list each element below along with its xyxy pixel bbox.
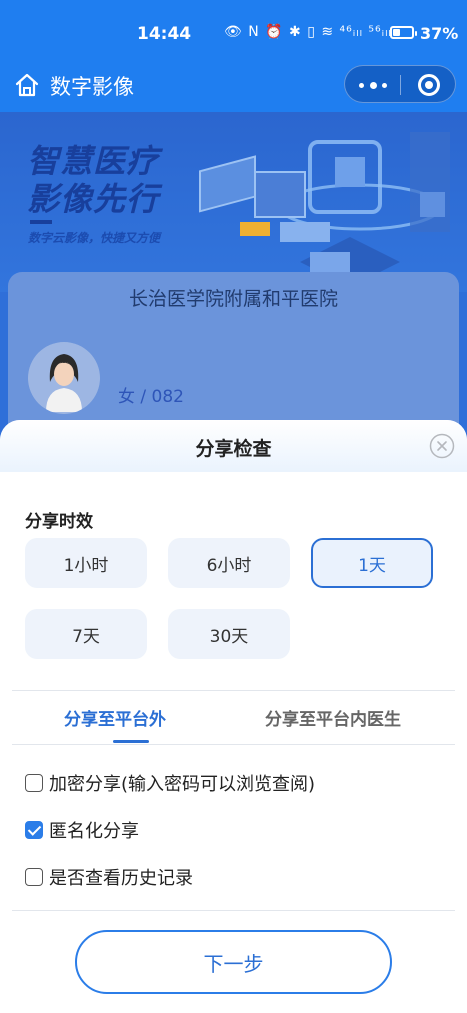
status-bar: 14:44 👁 N ⏰ ✱ ▯ ≋ ⁴⁶ᵢₗₗ ⁵⁶ᵢₗₗ 37%	[0, 0, 467, 62]
page-title: 数字影像	[50, 75, 134, 99]
tab-share-external[interactable]: 分享至平台外	[64, 705, 166, 730]
battery-icon	[390, 26, 417, 39]
battery-level	[393, 29, 400, 36]
checkbox-label: 加密分享(输入密码可以浏览查阅)	[49, 774, 316, 795]
slogan-line2: 影像先行	[27, 180, 160, 218]
battery-text: 37%	[420, 24, 459, 43]
checkbox-box-checked[interactable]	[25, 821, 43, 839]
duration-option-6h[interactable]: 6小时	[168, 538, 290, 588]
duration-option-1h[interactable]: 1小时	[25, 538, 147, 588]
banner-illustration	[199, 132, 450, 287]
status-icons: 👁 N ⏰ ✱ ▯ ≋ ⁴⁶ᵢₗₗ ⁵⁶ᵢₗₗ	[224, 24, 392, 40]
duration-option-30d[interactable]: 30天	[168, 609, 290, 659]
checkbox-box[interactable]	[25, 868, 43, 886]
checkbox-label: 匿名化分享	[49, 821, 139, 842]
patient-info: 女 / 082	[118, 387, 184, 407]
tab-indicator	[113, 740, 149, 743]
checkbox-encrypted-share[interactable]: 加密分享(输入密码可以浏览查阅)	[25, 770, 315, 796]
capsule-divider	[400, 75, 401, 95]
banner: 智慧医疗 影像先行 数字云影像，快捷又方便	[0, 112, 467, 292]
tab-share-internal-doctor[interactable]: 分享至平台内医生	[265, 705, 401, 730]
target-icon[interactable]	[418, 74, 440, 96]
mini-program-capsule	[344, 65, 456, 103]
sheet-title: 分享检查	[195, 438, 272, 460]
sheet-header: 分享检查	[0, 420, 467, 472]
more-icon[interactable]	[359, 74, 387, 96]
checkbox-box[interactable]	[25, 774, 43, 792]
next-step-button[interactable]: 下一步	[75, 930, 392, 994]
hospital-card: 长治医学院附属和平医院 女 / 082	[8, 272, 459, 442]
divider	[12, 690, 455, 691]
duration-option-1d[interactable]: 1天	[311, 538, 433, 588]
avatar	[28, 342, 100, 414]
home-icon[interactable]	[14, 72, 40, 98]
divider	[12, 744, 455, 745]
duration-option-7d[interactable]: 7天	[25, 609, 147, 659]
divider	[12, 910, 455, 911]
nav-bar: 数字影像	[0, 62, 467, 112]
slogan-subtitle: 数字云影像，快捷又方便	[28, 231, 161, 245]
share-sheet: 分享检查 分享时效 1小时 6小时 1天 7天 30天 分享至平台外 分享至平台…	[0, 420, 467, 1013]
close-icon[interactable]	[429, 433, 455, 459]
slogan-divider	[30, 220, 52, 224]
duration-label: 分享时效	[25, 512, 93, 532]
status-time: 14:44	[137, 24, 192, 44]
hospital-name: 长治医学院附属和平医院	[128, 288, 338, 310]
checkbox-view-history[interactable]: 是否查看历史记录	[25, 864, 193, 890]
checkbox-anonymous-share[interactable]: 匿名化分享	[25, 817, 139, 843]
checkbox-label: 是否查看历史记录	[49, 868, 193, 889]
